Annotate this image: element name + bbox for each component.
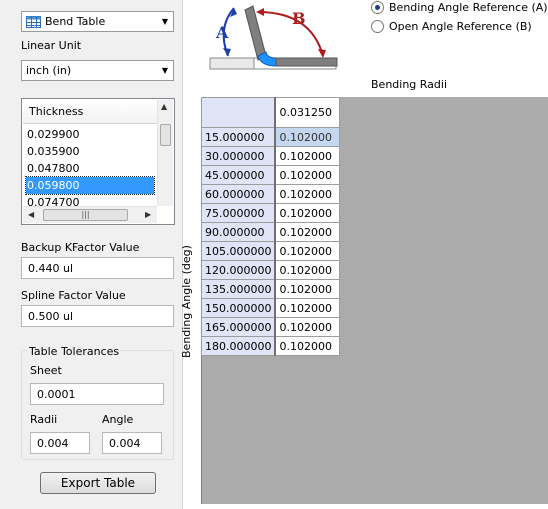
table-row: 75.000000 0.102000 [201,203,340,223]
export-table-button[interactable]: Export Table [40,472,156,494]
horizontal-scrollbar[interactable]: ◀ ||| ▶ [23,206,157,223]
backup-kfactor-label: Backup KFactor Value [21,241,140,254]
bend-table-grid[interactable]: 0.031250 15.000000 0.102000 30.000000 0.… [201,97,340,356]
grid-cell[interactable]: 0.102000 [274,317,340,337]
list-item-selected[interactable]: 0.059800 [25,176,155,195]
table-row: 165.000000 0.102000 [201,317,340,337]
table-row: 150.000000 0.102000 [201,298,340,318]
chevron-down-icon: ▼ [161,17,169,26]
grid-cell[interactable]: 0.102000 [274,222,340,242]
radio-label: Open Angle Reference (B) [389,20,532,33]
angle-tolerance-input[interactable]: 0.004 [102,432,162,454]
table-row: 45.000000 0.102000 [201,165,340,185]
scroll-right-icon[interactable]: ▶ [145,210,151,219]
column-header[interactable]: 0.031250 [274,97,340,128]
linear-unit-label: Linear Unit [21,39,82,52]
row-header[interactable]: 15.000000 [201,127,276,147]
radio-button[interactable] [371,1,384,14]
grid-cell[interactable]: 0.102000 [274,165,340,185]
table-row: 105.000000 0.102000 [201,241,340,261]
scroll-up-icon[interactable]: ▲ [161,102,167,111]
thickness-listbox[interactable]: Thickness 0.029900 0.035900 0.047800 0.0… [21,98,175,225]
row-header[interactable]: 165.000000 [201,317,276,337]
grid-cell[interactable]: 0.102000 [274,203,340,223]
grid-cell[interactable]: 0.102000 [274,279,340,299]
vertical-scrollbar[interactable]: ▲ [157,100,173,206]
row-header[interactable]: 75.000000 [201,203,276,223]
chevron-down-icon: ▼ [161,66,169,75]
radii-tolerance-input[interactable]: 0.004 [30,432,90,454]
radio-button[interactable] [371,20,384,33]
linear-unit-dropdown[interactable]: inch (in) ▼ [21,60,174,81]
bending-angle-axis-label: Bending Angle (deg) [180,245,193,358]
scroll-left-icon[interactable]: ◀ [28,210,34,219]
table-row: 60.000000 0.102000 [201,184,340,204]
label-a: A [215,23,229,42]
table-type-value: Bend Table [45,15,106,28]
radio-label: Bending Angle Reference (A) [389,1,548,14]
scroll-thumb[interactable]: ||| [43,209,128,221]
row-header[interactable]: 150.000000 [201,298,276,318]
table-row: 135.000000 0.102000 [201,279,340,299]
grid-corner-cell [201,97,276,128]
thickness-header: Thickness [23,100,158,124]
spline-factor-input[interactable]: 0.500 ul [21,305,174,327]
backup-kfactor-input[interactable]: 0.440 ul [21,257,174,279]
grid-cell-selected[interactable]: 0.102000 [274,127,340,147]
table-row: 90.000000 0.102000 [201,222,340,242]
grid-cell[interactable]: 0.102000 [274,260,340,280]
table-icon [26,15,41,28]
row-header[interactable]: 105.000000 [201,241,276,261]
grid-cell[interactable]: 0.102000 [274,298,340,318]
label-b: B [292,9,306,28]
row-header[interactable]: 60.000000 [201,184,276,204]
row-header[interactable]: 45.000000 [201,165,276,185]
table-tolerances-title: Table Tolerances [27,345,122,358]
table-row: 120.000000 0.102000 [201,260,340,280]
table-row: 15.000000 0.102000 [201,127,340,147]
sheet-label: Sheet [30,364,62,377]
grid-cell[interactable]: 0.102000 [274,184,340,204]
bend-angle-diagram: A B [201,0,346,77]
grid-cell[interactable]: 0.102000 [274,241,340,261]
row-header[interactable]: 180.000000 [201,336,276,356]
spline-factor-label: Spline Factor Value [21,289,126,302]
linear-unit-value: inch (in) [26,64,72,77]
radio-open-angle-reference[interactable]: Open Angle Reference (B) [371,20,532,33]
table-row: 180.000000 0.102000 [201,336,340,356]
row-header[interactable]: 120.000000 [201,260,276,280]
bending-radii-label: Bending Radii [371,78,448,91]
row-header[interactable]: 135.000000 [201,279,276,299]
sheet-tolerance-input[interactable]: 0.0001 [30,383,164,405]
grid-cell[interactable]: 0.102000 [274,146,340,166]
row-header[interactable]: 90.000000 [201,222,276,242]
list-item[interactable]: 0.047800 [26,160,154,177]
radio-bending-angle-reference[interactable]: Bending Angle Reference (A) [371,1,548,14]
table-type-dropdown[interactable]: Bend Table ▼ [21,11,174,32]
table-row: 30.000000 0.102000 [201,146,340,166]
angle-label: Angle [102,413,134,426]
row-header[interactable]: 30.000000 [201,146,276,166]
radii-label: Radii [30,413,58,426]
list-item[interactable]: 0.029900 [26,126,154,143]
scroll-thumb[interactable] [160,124,171,146]
list-item[interactable]: 0.035900 [26,143,154,160]
grid-cell[interactable]: 0.102000 [274,336,340,356]
